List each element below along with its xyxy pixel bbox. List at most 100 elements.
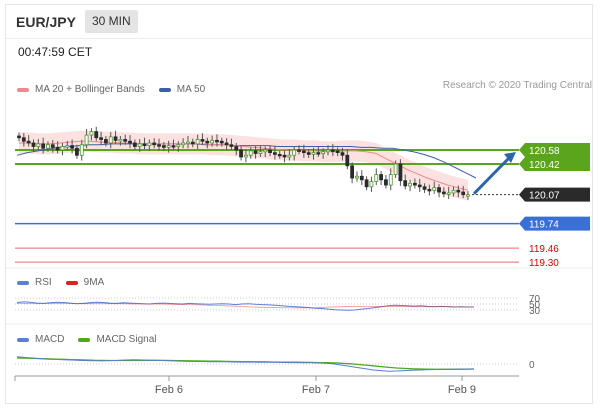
forecast-arrow	[472, 155, 512, 195]
candle-body	[456, 189, 461, 193]
candle-body	[190, 141, 195, 145]
candle-body	[99, 137, 103, 140]
candle-body	[215, 139, 219, 143]
candle-body	[374, 174, 379, 182]
candle-body	[17, 135, 21, 139]
level-label-120.07: 120.07	[529, 191, 560, 202]
candle-body	[408, 182, 412, 187]
candle-body	[326, 149, 330, 153]
candle-body	[427, 189, 432, 192]
candle-body	[412, 182, 417, 186]
candle-body	[258, 151, 263, 154]
macd-tick-0: 0	[529, 360, 535, 371]
candle-body	[253, 150, 258, 154]
candle-body	[441, 191, 446, 195]
candle-body	[147, 142, 152, 147]
candle-body	[272, 152, 277, 155]
candle-body	[287, 154, 292, 158]
candle-body	[229, 144, 234, 147]
candle-body	[268, 149, 272, 154]
candle-body	[21, 137, 26, 142]
candle-body	[301, 150, 306, 154]
candle-body	[417, 184, 422, 188]
candle-body	[41, 143, 46, 149]
x-tick-feb-6: Feb 6	[155, 384, 183, 396]
candle-body	[335, 150, 340, 154]
candle-body	[248, 150, 253, 156]
candle-body	[113, 136, 118, 141]
candle-body	[161, 145, 166, 148]
candle-body	[403, 180, 408, 187]
level-label-119.46: 119.46	[529, 244, 559, 255]
candle-body	[132, 142, 137, 147]
rsi-tick-30: 30	[529, 306, 541, 317]
candle-body	[123, 139, 128, 142]
candle-body	[118, 139, 123, 142]
level-label-119.74: 119.74	[529, 220, 559, 231]
candle-body	[379, 174, 383, 181]
candle-body	[142, 143, 147, 147]
candle-body	[50, 144, 55, 148]
candle-body	[234, 146, 239, 151]
level-label-120.42: 120.42	[529, 160, 560, 171]
candle-body	[89, 131, 94, 136]
candle-body	[263, 149, 268, 153]
candle-body	[157, 144, 161, 147]
candle-body	[446, 192, 451, 195]
candle-body	[31, 142, 36, 147]
candle-body	[398, 163, 403, 182]
candle-body	[55, 146, 60, 151]
candle-body	[70, 145, 75, 149]
candle-body	[311, 152, 316, 155]
candle-body	[205, 140, 210, 144]
candle-body	[79, 144, 84, 156]
candle-body	[466, 194, 470, 197]
candle-body	[128, 140, 132, 144]
candle-body	[292, 149, 297, 156]
candle-body	[36, 143, 41, 147]
candle-body	[369, 181, 374, 188]
candle-body	[210, 139, 215, 144]
x-tick-feb-7: Feb 7	[302, 384, 330, 396]
candle-body	[195, 139, 200, 145]
candle-body	[181, 142, 186, 146]
candle-body	[84, 134, 89, 146]
candle-body	[384, 179, 388, 186]
candle-body	[219, 140, 224, 144]
candle-body	[60, 146, 65, 151]
candle-body	[94, 131, 99, 139]
candle-body	[176, 144, 181, 147]
candle-body	[297, 149, 301, 152]
candle-body	[350, 165, 355, 179]
candle-body	[359, 175, 364, 181]
candle-body	[306, 152, 311, 155]
candle-body	[224, 142, 229, 146]
candle-body	[152, 142, 157, 146]
candle-body	[364, 179, 369, 188]
level-label-119.30: 119.30	[529, 258, 559, 269]
level-label-120.58: 120.58	[529, 146, 560, 157]
candle-body	[355, 175, 359, 179]
candle-body	[75, 147, 79, 156]
candle-body	[393, 163, 398, 175]
candle-body	[137, 143, 142, 147]
candle-body	[316, 152, 321, 155]
candle-body	[321, 151, 326, 154]
candle-body	[239, 149, 243, 158]
candle-body	[345, 154, 350, 167]
candle-body	[422, 186, 427, 190]
candle-body	[388, 174, 393, 186]
candle-body	[186, 141, 190, 145]
candle-body	[244, 154, 248, 158]
candle-body	[65, 145, 70, 148]
candle-body	[277, 153, 282, 157]
candle-body	[437, 187, 441, 193]
candle-body	[171, 145, 176, 148]
candle-body	[432, 187, 437, 191]
candle-body	[461, 191, 466, 196]
candle-body	[46, 144, 50, 149]
candle-body	[108, 136, 113, 144]
chart-canvas: 120.58120.42120.07119.74119.46119.307050…	[6, 126, 593, 396]
candle-body	[451, 189, 456, 194]
candle-body	[282, 154, 287, 158]
